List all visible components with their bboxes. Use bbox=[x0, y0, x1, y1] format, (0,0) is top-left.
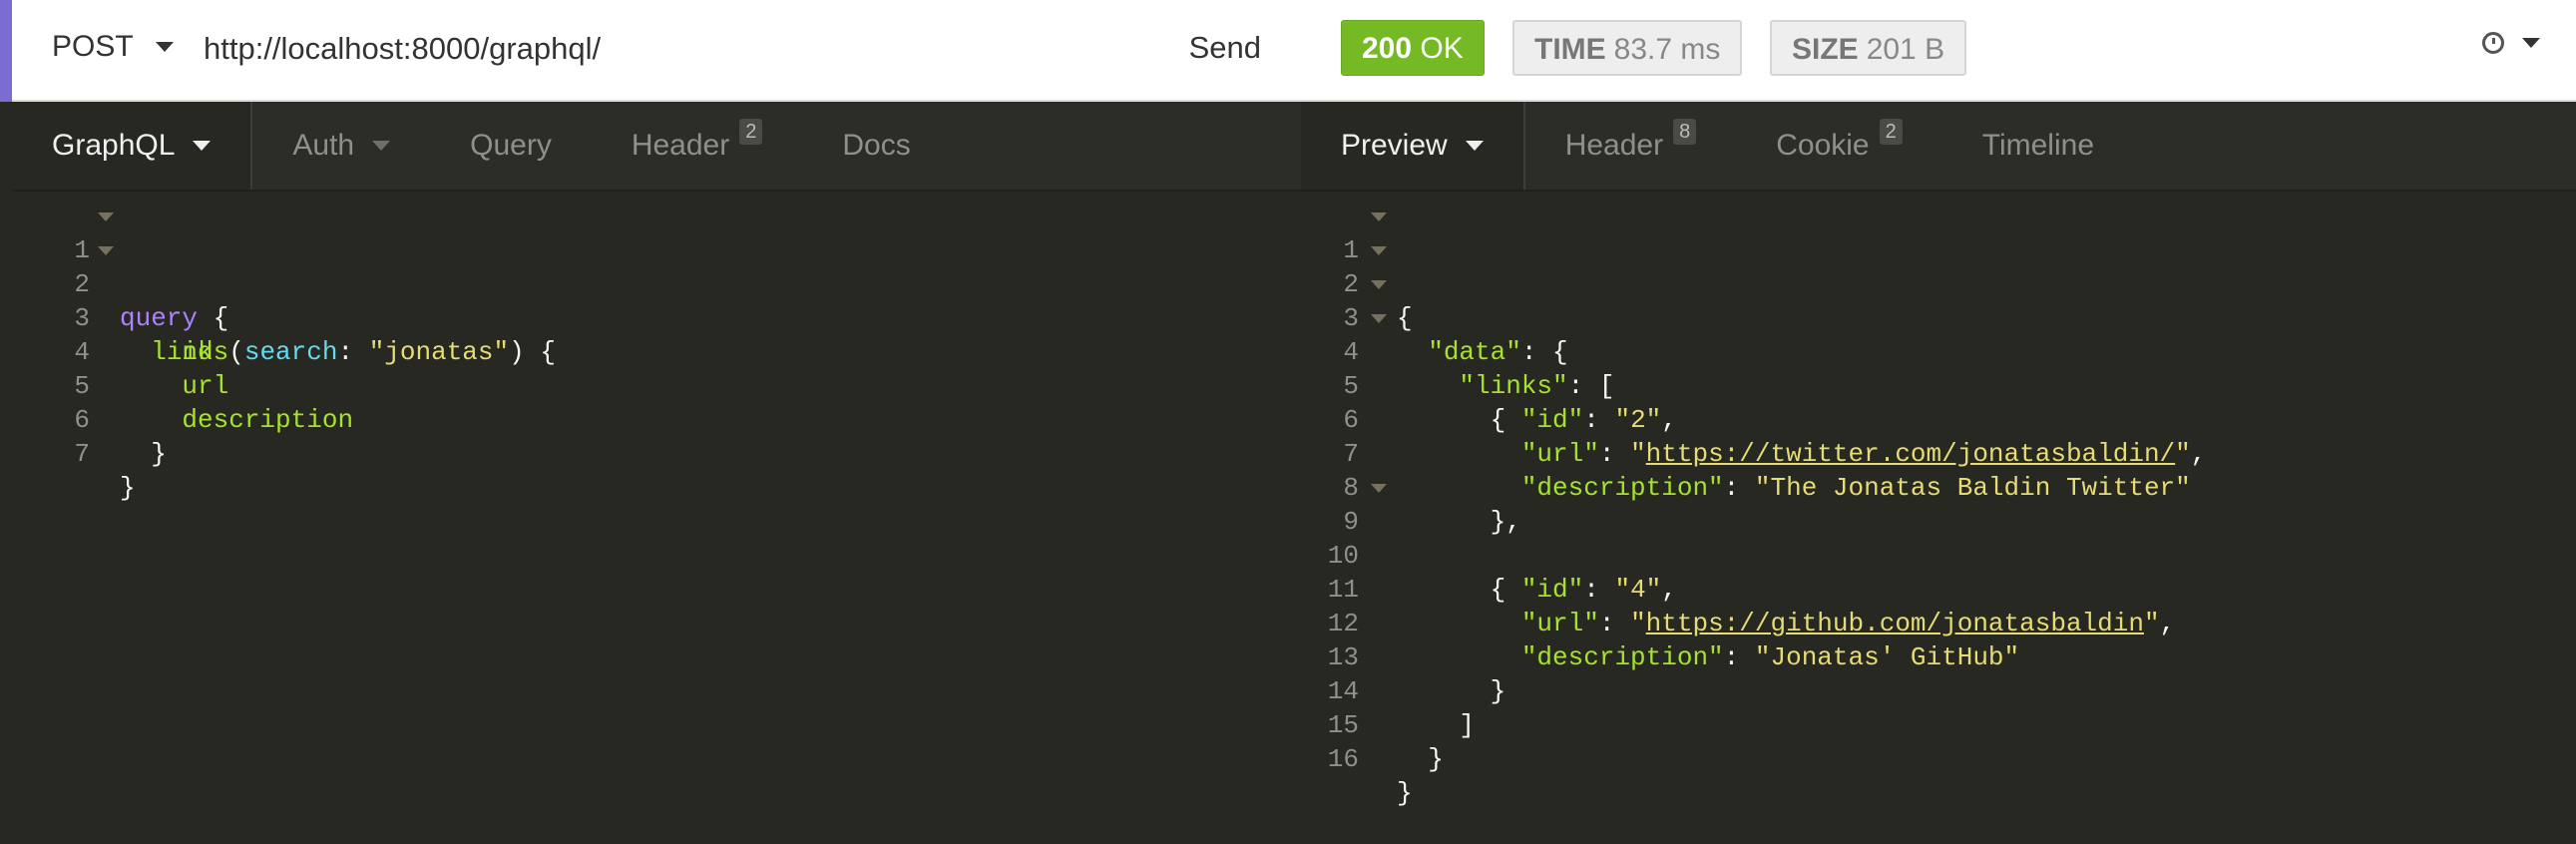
response-pane: 200 OK TIME 83.7 ms SIZE 201 B Preview Hea… bbox=[1301, 0, 2576, 808]
code-line: 5 description bbox=[12, 335, 1301, 435]
chevron-down-icon bbox=[193, 141, 212, 151]
send-button[interactable]: Send bbox=[1189, 30, 1261, 66]
tab-label: Docs bbox=[842, 129, 911, 162]
code-line: 4 url bbox=[12, 301, 1301, 401]
method-dropdown[interactable]: POST bbox=[52, 30, 174, 64]
code-line: 1 { bbox=[1301, 200, 2576, 333]
code-line: 4 { bbox=[1301, 301, 2576, 435]
code-line: 12 "description": "Jonatas' GitHub" bbox=[1301, 573, 2576, 672]
code-line: 2 links(search: "jonatas") { bbox=[12, 233, 1301, 367]
response-json-viewer[interactable]: 1 { 2 "data": { 3 "links": [ 4 {5 "id":… bbox=[1301, 200, 2576, 808]
response-status-bar: 200 OK TIME 83.7 ms SIZE 201 B bbox=[1301, 0, 2576, 102]
header-count-badge: 8 bbox=[1673, 119, 1697, 145]
tab-label: Cookie bbox=[1776, 129, 1870, 162]
line-number: 7 bbox=[74, 439, 90, 469]
method-label: POST bbox=[52, 30, 134, 63]
tab-label: Timeline bbox=[1981, 129, 2095, 162]
code-line: 3 "links": [ bbox=[1301, 267, 2576, 401]
code-line: 13 } bbox=[1301, 607, 2576, 706]
fold-arrow-icon[interactable] bbox=[1371, 484, 1387, 493]
chevron-down-icon bbox=[155, 42, 174, 52]
tab-header[interactable]: Header 2 bbox=[592, 102, 803, 190]
tab-auth[interactable]: Auth bbox=[252, 102, 430, 190]
code-line: 14 ] bbox=[1301, 640, 2576, 740]
code-line: 9 { bbox=[1301, 471, 2576, 605]
chevron-down-icon bbox=[372, 141, 391, 151]
fold-arrow-icon[interactable] bbox=[1371, 314, 1387, 323]
tab-label: Header bbox=[1564, 129, 1664, 162]
insomnia-app: POST Send GraphQL Auth Query Header 2 bbox=[0, 0, 2576, 808]
url-bar: POST Send bbox=[12, 0, 1301, 102]
tab-label: Header bbox=[631, 129, 730, 162]
code-line: 6 } bbox=[12, 369, 1301, 469]
fold-arrow-icon[interactable] bbox=[98, 212, 114, 221]
tab-label: Preview bbox=[1341, 129, 1448, 162]
size-badge: SIZE 201 B bbox=[1770, 20, 1967, 76]
fold-arrow-icon[interactable] bbox=[98, 246, 114, 255]
code-line: 7 } bbox=[12, 403, 1301, 503]
line-number: 16 bbox=[1327, 744, 1359, 774]
tab-docs[interactable]: Docs bbox=[802, 102, 950, 190]
header-count-badge: 2 bbox=[739, 119, 763, 145]
tab-cookie[interactable]: Cookie 2 bbox=[1736, 102, 1942, 190]
chevron-down-icon bbox=[2522, 38, 2540, 48]
tab-label: Query bbox=[470, 129, 552, 162]
time-badge: TIME 83.7 ms bbox=[1512, 20, 1743, 76]
tab-label: GraphQL bbox=[52, 129, 176, 162]
graphql-query-editor[interactable]: 1 query { 2 links(search: "jonatas") { 3… bbox=[12, 200, 1301, 503]
tab-response-header[interactable]: Header 8 bbox=[1525, 102, 1737, 190]
code-line: 16 } bbox=[1301, 708, 2576, 808]
code-line: 1 query { bbox=[12, 200, 1301, 333]
cookie-count-badge: 2 bbox=[1879, 119, 1903, 145]
code-line: 6 "url": "https://twitter.com/jonatasbal… bbox=[1301, 369, 2576, 469]
chevron-down-icon bbox=[1465, 141, 1484, 151]
fold-arrow-icon[interactable] bbox=[1371, 246, 1387, 255]
tab-preview[interactable]: Preview bbox=[1301, 102, 1525, 190]
clock-icon bbox=[2482, 32, 2504, 54]
code-line: 8 }, bbox=[1301, 437, 2576, 537]
code-line: 7 "description": "The Jonatas Baldin Twi… bbox=[1301, 403, 2576, 503]
code-line: 11 "url": "https://github.com/jonatasbal… bbox=[1301, 539, 2576, 638]
request-pane: POST Send GraphQL Auth Query Header 2 bbox=[12, 0, 1301, 768]
code-line: 2 "data": { bbox=[1301, 233, 2576, 367]
response-history-dropdown[interactable] bbox=[2482, 32, 2540, 54]
fold-arrow-icon[interactable] bbox=[1371, 280, 1387, 289]
tab-graphql[interactable]: GraphQL bbox=[12, 102, 253, 190]
fold-arrow-icon[interactable] bbox=[1371, 212, 1387, 221]
tab-query[interactable]: Query bbox=[430, 102, 592, 190]
status-badge: 200 OK bbox=[1341, 20, 1485, 76]
request-tabs: GraphQL Auth Query Header 2 Docs bbox=[12, 102, 1301, 192]
tab-label: Auth bbox=[292, 129, 355, 162]
response-tabs: Preview Header 8 Cookie 2 Timeline bbox=[1301, 102, 2576, 192]
tab-timeline[interactable]: Timeline bbox=[1942, 102, 2134, 190]
code-line: 10 "id": "4", bbox=[1301, 505, 2576, 605]
code-line: 3 id bbox=[12, 267, 1301, 367]
url-input[interactable] bbox=[204, 24, 1151, 74]
code-line: 5 "id": "2", bbox=[1301, 335, 2576, 435]
workspace-accent-bar bbox=[0, 0, 12, 102]
code-line: 15 } bbox=[1301, 674, 2576, 774]
